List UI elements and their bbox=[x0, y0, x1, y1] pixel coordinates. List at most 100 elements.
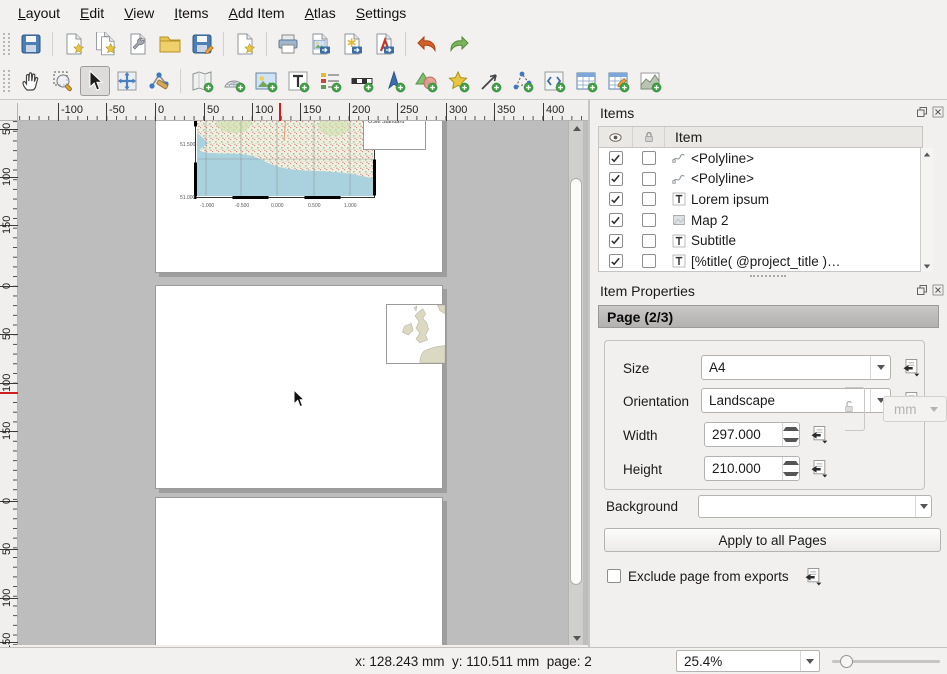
open-button[interactable] bbox=[155, 29, 185, 59]
visibility-checkbox[interactable] bbox=[609, 172, 623, 186]
canvas-vertical-scrollbar[interactable] bbox=[568, 121, 583, 645]
edit-nodes-item-button[interactable] bbox=[144, 66, 174, 96]
add-items-from-template-button[interactable] bbox=[230, 29, 260, 59]
visibility-checkbox[interactable] bbox=[609, 254, 623, 268]
items-list-scrollbar[interactable] bbox=[920, 148, 933, 272]
menu-view[interactable]: View bbox=[114, 2, 164, 24]
lock-checkbox[interactable] bbox=[642, 192, 656, 206]
add-node-item-button[interactable] bbox=[507, 66, 537, 96]
item-row[interactable]: [%title( @project_title )… bbox=[599, 251, 922, 272]
visibility-checkbox[interactable] bbox=[609, 192, 623, 206]
lock-checkbox[interactable] bbox=[642, 151, 656, 165]
select-move-item-button[interactable] bbox=[80, 66, 110, 96]
add-html-button[interactable] bbox=[539, 66, 569, 96]
slider-handle[interactable] bbox=[840, 655, 853, 668]
spin-arrows[interactable] bbox=[782, 423, 799, 446]
add-marker-button[interactable] bbox=[443, 66, 473, 96]
visibility-checkbox[interactable] bbox=[609, 151, 623, 165]
layout-canvas[interactable]: 51.500 51.000 -1.000 -0.500 0.000 0.500 … bbox=[18, 121, 588, 645]
background-color-button[interactable] bbox=[698, 495, 932, 518]
size-override-button[interactable] bbox=[899, 356, 923, 378]
menu-edit[interactable]: Edit bbox=[70, 2, 114, 24]
items-panel-close-button[interactable] bbox=[931, 105, 944, 118]
export-as-image-button[interactable] bbox=[305, 29, 335, 59]
menu-add-item[interactable]: Add Item bbox=[219, 2, 295, 24]
visibility-checkbox[interactable] bbox=[609, 234, 623, 248]
scroll-down-button[interactable] bbox=[921, 260, 933, 272]
items-properties-splitter[interactable] bbox=[750, 275, 786, 279]
item-row[interactable]: Map 2 bbox=[599, 210, 922, 231]
scroll-up-button[interactable] bbox=[921, 148, 933, 160]
exclude-override-button[interactable] bbox=[801, 565, 825, 587]
lock-checkbox[interactable] bbox=[642, 254, 656, 268]
scroll-down-button[interactable] bbox=[569, 631, 584, 645]
unlock-ratio-icon[interactable] bbox=[841, 399, 857, 415]
menu-settings[interactable]: Settings bbox=[346, 2, 417, 24]
export-as-svg-button[interactable] bbox=[337, 29, 367, 59]
layout-manager-button[interactable] bbox=[123, 29, 153, 59]
legend-item[interactable]: Legend World Map OSM Standard bbox=[363, 121, 426, 150]
move-item-content-button[interactable] bbox=[112, 66, 142, 96]
apply-to-all-pages-button[interactable]: Apply to all Pages bbox=[604, 528, 941, 552]
width-override-button[interactable] bbox=[807, 423, 831, 445]
toolbar-drag-handle[interactable] bbox=[3, 70, 10, 92]
add-elevation-profile-button[interactable] bbox=[635, 66, 665, 96]
add-map-icon bbox=[190, 69, 214, 93]
save-as-template-button[interactable] bbox=[187, 29, 217, 59]
print-layout-button[interactable] bbox=[273, 29, 303, 59]
add-arrow-button[interactable] bbox=[475, 66, 505, 96]
add-picture-button[interactable] bbox=[251, 66, 281, 96]
new-layout-button[interactable] bbox=[59, 29, 89, 59]
lock-checkbox[interactable] bbox=[642, 234, 656, 248]
lock-checkbox[interactable] bbox=[642, 172, 656, 186]
item-row[interactable]: <Polyline> bbox=[599, 169, 922, 190]
export-svg-icon bbox=[340, 32, 364, 56]
items-panel-float-button[interactable] bbox=[915, 105, 928, 118]
properties-panel-float-button[interactable] bbox=[915, 283, 928, 296]
redo-button[interactable] bbox=[444, 29, 474, 59]
item-label: <Polyline> bbox=[691, 171, 754, 186]
map-item[interactable] bbox=[194, 121, 376, 199]
page-2[interactable] bbox=[155, 285, 443, 489]
add-shape-button[interactable] bbox=[411, 66, 441, 96]
spin-arrows[interactable] bbox=[782, 457, 799, 480]
add-label-icon bbox=[286, 69, 310, 93]
lock-checkbox[interactable] bbox=[642, 213, 656, 227]
item-row[interactable]: <Polyline> bbox=[599, 148, 922, 169]
toolbar-drag-handle[interactable] bbox=[3, 33, 10, 55]
menu-items[interactable]: Items bbox=[164, 2, 218, 24]
zoom-level-combobox[interactable]: 25.4% bbox=[676, 650, 820, 672]
scrollbar-thumb[interactable] bbox=[570, 178, 582, 585]
ruler-major-tick: -100 bbox=[58, 103, 59, 121]
menu-atlas[interactable]: Atlas bbox=[295, 2, 346, 24]
scroll-up-button[interactable] bbox=[569, 121, 584, 135]
add-map-button[interactable] bbox=[187, 66, 217, 96]
map2-item[interactable] bbox=[386, 304, 446, 364]
undo-button[interactable] bbox=[412, 29, 442, 59]
menu-layout[interactable]: Layout bbox=[8, 2, 70, 24]
add-attribute-table-button[interactable] bbox=[571, 66, 601, 96]
add-legend-button[interactable] bbox=[315, 66, 345, 96]
add-3d-map-button[interactable] bbox=[219, 66, 249, 96]
save-project-button[interactable] bbox=[16, 29, 46, 59]
height-spinbox[interactable]: 210.000 bbox=[704, 456, 800, 481]
pan-layout-button[interactable] bbox=[16, 66, 46, 96]
page-1[interactable]: 51.500 51.000 -1.000 -0.500 0.000 0.500 … bbox=[155, 121, 443, 273]
add-scale-bar-button[interactable] bbox=[347, 66, 377, 96]
page-3[interactable] bbox=[155, 497, 443, 645]
height-override-button[interactable] bbox=[807, 457, 831, 479]
zoom-button[interactable] bbox=[48, 66, 78, 96]
visibility-checkbox[interactable] bbox=[609, 213, 623, 227]
export-as-pdf-button[interactable] bbox=[369, 29, 399, 59]
width-spinbox[interactable]: 297.000 bbox=[704, 422, 800, 447]
zoom-slider[interactable] bbox=[832, 650, 940, 672]
duplicate-layout-button[interactable] bbox=[91, 29, 121, 59]
add-fixed-table-button[interactable] bbox=[603, 66, 633, 96]
item-row[interactable]: Subtitle bbox=[599, 230, 922, 251]
size-combobox[interactable]: A4 bbox=[701, 355, 891, 380]
add-label-button[interactable] bbox=[283, 66, 313, 96]
item-row[interactable]: Lorem ipsum bbox=[599, 189, 922, 210]
add-north-arrow-button[interactable] bbox=[379, 66, 409, 96]
properties-panel-close-button[interactable] bbox=[931, 283, 944, 296]
exclude-page-checkbox[interactable] bbox=[607, 569, 621, 583]
